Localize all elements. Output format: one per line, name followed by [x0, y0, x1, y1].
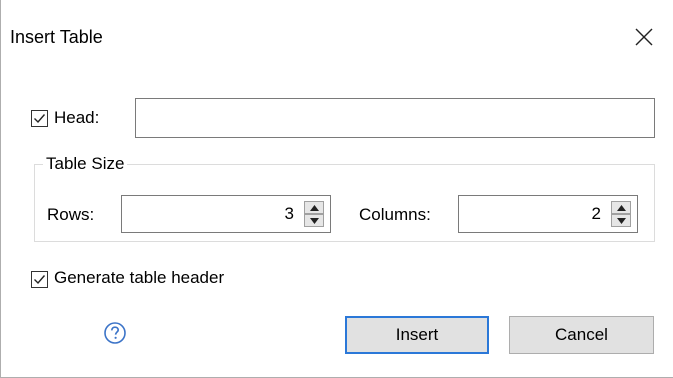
triangle-down-icon [310, 218, 319, 224]
insert-button[interactable]: Insert [345, 316, 489, 354]
rows-label: Rows: [47, 205, 95, 224]
cancel-button[interactable]: Cancel [509, 316, 654, 354]
triangle-down-icon [617, 218, 626, 224]
table-size-legend: Table Size [43, 153, 128, 175]
rows-value[interactable]: 3 [285, 196, 294, 232]
help-button[interactable] [104, 322, 126, 344]
checkmark-icon [34, 114, 46, 124]
columns-value[interactable]: 2 [592, 196, 601, 232]
checkmark-icon [34, 275, 46, 285]
triangle-up-icon [617, 205, 626, 211]
rows-spin-buttons [304, 201, 324, 227]
title-bar: Insert Table [1, 0, 673, 72]
rows-decrement-button[interactable] [304, 214, 324, 227]
head-label: Head: [54, 108, 100, 127]
close-button[interactable] [629, 22, 659, 52]
columns-label: Columns: [359, 205, 431, 224]
generate-header-checkbox[interactable] [31, 271, 48, 288]
head-checkbox[interactable] [31, 110, 48, 127]
generate-header-label: Generate table header [54, 268, 225, 287]
rows-spinner[interactable]: 3 [121, 195, 331, 233]
close-icon [635, 28, 653, 46]
columns-increment-button[interactable] [611, 201, 631, 214]
columns-spinner[interactable]: 2 [458, 195, 638, 233]
help-icon [104, 322, 126, 344]
columns-decrement-button[interactable] [611, 214, 631, 227]
columns-spin-buttons [611, 201, 631, 227]
head-input[interactable] [135, 98, 655, 138]
rows-increment-button[interactable] [304, 201, 324, 214]
triangle-up-icon [310, 205, 319, 211]
dialog-title: Insert Table [10, 27, 103, 47]
insert-table-dialog: Insert Table Head: Table Size Rows: 3 Co… [0, 0, 673, 378]
